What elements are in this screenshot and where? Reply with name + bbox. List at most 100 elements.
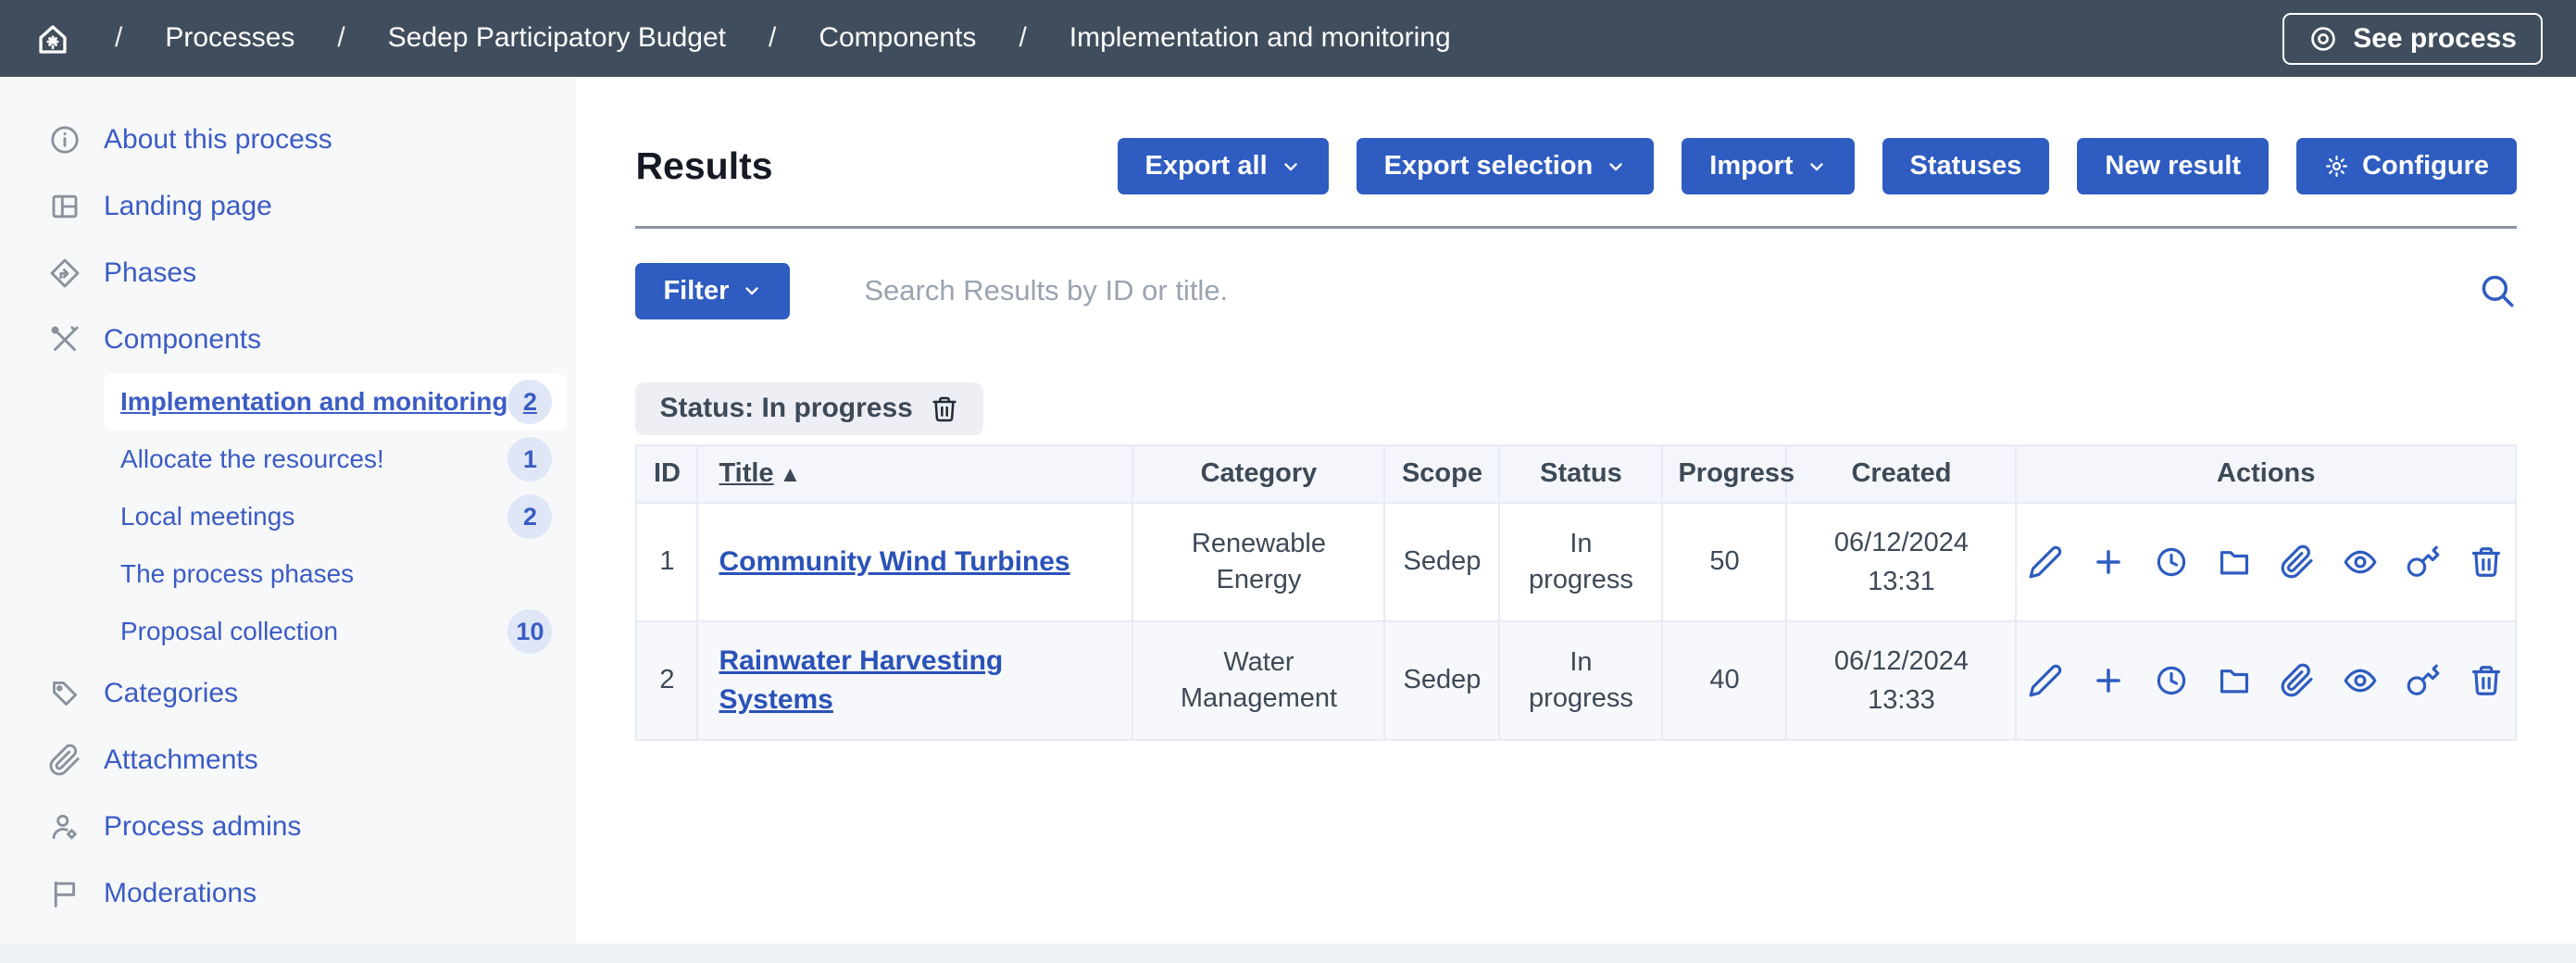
status-filter-label: Status: In progress — [659, 390, 912, 428]
cell-id: 1 — [636, 503, 697, 621]
attachments-paperclip-icon[interactable] — [2280, 663, 2315, 698]
remove-filter-trash-icon[interactable] — [930, 394, 959, 424]
sidebar-subitem-allocate-resources[interactable]: Allocate the resources! 1 — [104, 431, 567, 488]
chevron-down-icon — [742, 281, 762, 301]
tools-icon — [48, 323, 81, 356]
add-plus-icon[interactable] — [2091, 544, 2126, 580]
button-label: Filter — [663, 276, 729, 306]
breadcrumb-separator: / — [1019, 19, 1026, 57]
sort-ascending-icon: ▲ — [780, 462, 802, 487]
sidebar-item-label: Components — [104, 321, 261, 359]
admin-app: / Processes / Sedep Participatory Budget… — [0, 0, 2576, 944]
breadcrumb-item-components[interactable]: Components — [819, 19, 976, 57]
cell-id: 2 — [636, 621, 697, 740]
breadcrumb-item-current[interactable]: Implementation and monitoring — [1069, 19, 1451, 57]
layout-grid-icon — [48, 190, 81, 223]
see-process-button[interactable]: See process — [2282, 13, 2543, 65]
sort-by-title-link[interactable]: Title — [719, 458, 773, 488]
folder-icon[interactable] — [2217, 663, 2252, 698]
home-icon[interactable] — [33, 19, 72, 58]
row-actions — [2032, 544, 2500, 580]
sidebar-subitem-implementation-monitoring[interactable]: Implementation and monitoring 2 — [104, 373, 567, 431]
column-header-progress: Progress — [1662, 445, 1786, 503]
gear-icon — [2324, 154, 2349, 179]
sidebar-subitem-proposal-collection[interactable]: Proposal collection 10 — [104, 603, 567, 660]
components-submenu: Implementation and monitoring 2 Allocate… — [0, 373, 576, 660]
sidebar-item-categories[interactable]: Categories — [0, 660, 576, 727]
cell-status: In progress — [1499, 503, 1662, 621]
statuses-button[interactable]: Statuses — [1882, 138, 2050, 194]
subitem-label: Implementation and monitoring — [120, 384, 507, 419]
chevron-down-icon — [1281, 156, 1301, 177]
preview-eye-icon[interactable] — [2343, 663, 2378, 698]
breadcrumb-item-process[interactable]: Sedep Participatory Budget — [388, 19, 726, 57]
sidebar-item-attachments[interactable]: Attachments — [0, 727, 576, 794]
sidebar-item-phases[interactable]: Phases — [0, 240, 576, 306]
sidebar-item-process-admins[interactable]: Process admins — [0, 794, 576, 860]
column-header-status: Status — [1499, 445, 1662, 503]
export-selection-button[interactable]: Export selection — [1357, 138, 1655, 194]
sidebar-item-components[interactable]: Components — [0, 306, 576, 373]
attachments-paperclip-icon[interactable] — [2280, 544, 2315, 580]
add-plus-icon[interactable] — [2091, 663, 2126, 698]
permissions-key-icon[interactable] — [2406, 544, 2441, 580]
cell-category: Renewable Energy — [1132, 503, 1384, 621]
breadcrumb: / Processes / Sedep Participatory Budget… — [33, 19, 1451, 58]
button-label: Export selection — [1384, 151, 1594, 181]
paperclip-icon — [48, 744, 81, 777]
filter-button[interactable]: Filter — [635, 263, 790, 319]
sidebar-item-about[interactable]: About this process — [0, 106, 576, 173]
phases-diamond-icon — [48, 256, 81, 290]
edit-pencil-icon[interactable] — [2028, 663, 2063, 698]
delete-trash-icon[interactable] — [2469, 663, 2504, 698]
edit-pencil-icon[interactable] — [2028, 544, 2063, 580]
status-filter-chip: Status: In progress — [635, 382, 982, 435]
tag-icon — [48, 677, 81, 710]
chevron-down-icon — [1606, 156, 1626, 177]
column-header-title[interactable]: Title ▲ — [697, 445, 1132, 503]
topbar: / Processes / Sedep Participatory Budget… — [0, 0, 2576, 77]
sidebar-item-moderations[interactable]: Moderations — [0, 860, 576, 927]
cell-progress: 40 — [1662, 621, 1786, 740]
sidebar-item-label: About this process — [104, 121, 332, 159]
export-all-button[interactable]: Export all — [1118, 138, 1329, 194]
count-badge: 2 — [507, 380, 552, 424]
history-clock-icon[interactable] — [2154, 544, 2189, 580]
sidebar-subitem-local-meetings[interactable]: Local meetings 2 — [104, 488, 567, 545]
search-icon[interactable] — [2478, 271, 2517, 310]
result-title-link[interactable]: Rainwater Harvesting Systems — [719, 642, 1111, 719]
breadcrumb-separator: / — [337, 19, 344, 57]
delete-trash-icon[interactable] — [2469, 544, 2504, 580]
cell-scope: Sedep — [1384, 503, 1499, 621]
column-header-scope: Scope — [1384, 445, 1499, 503]
column-header-created: Created — [1786, 445, 2016, 503]
import-button[interactable]: Import — [1682, 138, 1854, 194]
breadcrumb-item-processes[interactable]: Processes — [165, 19, 294, 57]
row-actions — [2032, 663, 2500, 698]
sidebar-subitem-process-phases[interactable]: The process phases — [104, 545, 567, 603]
subitem-label: The process phases — [120, 557, 354, 592]
button-label: New result — [2105, 151, 2241, 181]
cell-progress: 50 — [1662, 503, 1786, 621]
breadcrumb-separator: / — [769, 19, 776, 57]
sidebar-item-label: Phases — [104, 255, 196, 293]
sidebar-item-landing-page[interactable]: Landing page — [0, 173, 576, 240]
preview-eye-icon[interactable] — [2343, 544, 2378, 580]
search-input[interactable] — [862, 273, 2459, 308]
eye-icon — [2308, 24, 2338, 54]
result-title-link[interactable]: Community Wind Turbines — [719, 543, 1069, 582]
permissions-key-icon[interactable] — [2406, 663, 2441, 698]
breadcrumb-separator: / — [115, 19, 122, 57]
button-label: Statuses — [1910, 151, 2022, 181]
configure-button[interactable]: Configure — [2296, 138, 2517, 194]
history-clock-icon[interactable] — [2154, 663, 2189, 698]
info-icon — [48, 123, 81, 156]
cell-created: 06/12/2024 13:31 — [1786, 503, 2016, 621]
filter-row: Filter — [635, 262, 2517, 319]
folder-icon[interactable] — [2217, 544, 2252, 580]
sidebar-item-label: Categories — [104, 675, 238, 713]
count-badge: 1 — [507, 437, 552, 482]
cell-category: Water Management — [1132, 621, 1384, 740]
table-row: 2 Rainwater Harvesting Systems Water Man… — [636, 621, 2516, 740]
new-result-button[interactable]: New result — [2077, 138, 2269, 194]
